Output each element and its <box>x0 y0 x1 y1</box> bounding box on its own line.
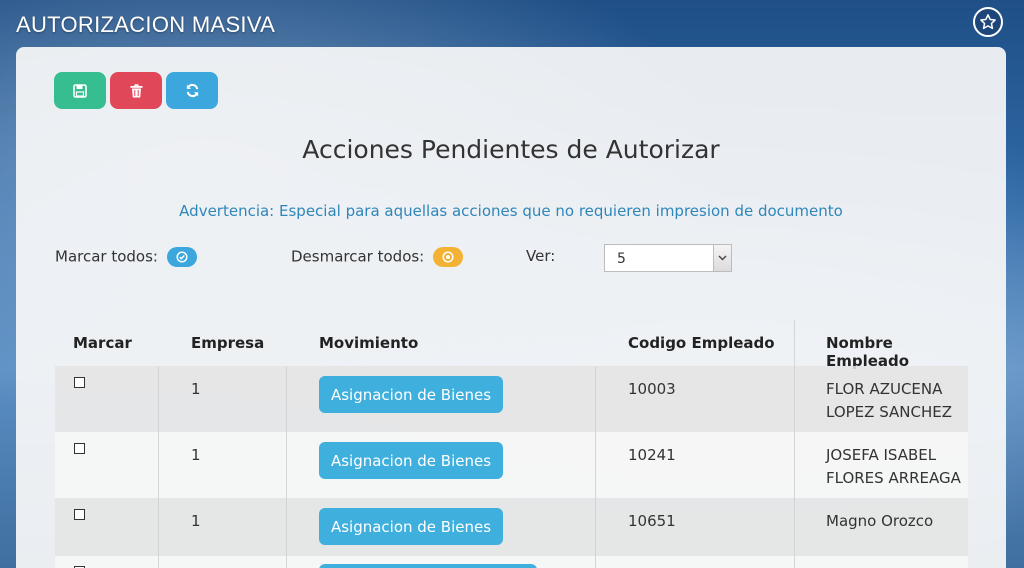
table-header: Marcar Empresa Movimiento Codigo Emplead… <box>55 320 968 370</box>
nombre-line-1: Magno Orozco <box>826 512 934 530</box>
chevron-down-icon <box>713 245 731 271</box>
nombre-line-2: FLORES ARREAGA <box>826 469 961 487</box>
table-row: 1 Asignacion de Bienes 10003 FLOR AZUCEN… <box>55 366 968 432</box>
empresa-cell: 1 <box>191 512 201 530</box>
delete-button[interactable] <box>110 72 162 109</box>
mark-all-group: Marcar todos: <box>55 247 197 267</box>
col-nombre-empleado: Nombre Empleado <box>826 334 910 370</box>
table-row-partial <box>55 556 968 568</box>
mark-all-button[interactable] <box>166 247 197 267</box>
table-row: 1 Asignacion de Bienes 10651 Magno Orozc… <box>55 498 968 556</box>
row-checkbox[interactable] <box>74 377 85 388</box>
star-icon <box>980 14 996 30</box>
controls-row: Marcar todos: Desmarcar todos: Ver: <box>16 247 1006 277</box>
circle-dot-icon <box>442 251 454 263</box>
nombre-cell: Magno Orozco <box>826 510 933 533</box>
toolbar <box>54 72 218 109</box>
pending-actions-table: Marcar Empresa Movimiento Codigo Emplead… <box>55 320 968 568</box>
col-movimiento: Movimiento <box>319 334 419 352</box>
row-checkbox[interactable] <box>74 509 85 520</box>
row-checkbox[interactable] <box>74 443 85 454</box>
favorite-button[interactable] <box>973 7 1003 37</box>
refresh-icon <box>186 83 198 98</box>
codigo-cell: 10651 <box>628 512 676 530</box>
main-panel: Acciones Pendientes de Autorizar Adverte… <box>16 47 1006 568</box>
warning-text: Advertencia: Especial para aquellas acci… <box>179 202 843 220</box>
trash-icon <box>130 83 142 97</box>
col-empresa: Empresa <box>191 334 265 352</box>
empresa-cell: 1 <box>191 446 201 464</box>
floppy-disk-icon <box>73 83 87 98</box>
table-row: 1 Asignacion de Bienes 10241 JOSEFA ISAB… <box>55 432 968 498</box>
nombre-line-1: FLOR AZUCENA <box>826 380 943 398</box>
nombre-cell: FLOR AZUCENA LOPEZ SANCHEZ <box>826 378 952 424</box>
view-label: Ver: <box>526 247 556 265</box>
check-circle-icon <box>176 251 188 263</box>
nombre-line-1: JOSEFA ISABEL <box>826 446 937 464</box>
col-codigo-empleado: Codigo Empleado <box>628 334 775 352</box>
view-select-value: 5 <box>617 251 626 267</box>
codigo-cell: 10241 <box>628 446 676 464</box>
section-heading: Acciones Pendientes de Autorizar <box>302 135 720 164</box>
empresa-cell: 1 <box>191 380 201 398</box>
movimiento-button[interactable]: Asignacion de Bienes <box>319 376 503 413</box>
page-title: AUTORIZACION MASIVA <box>16 12 276 37</box>
nombre-line-2: LOPEZ SANCHEZ <box>826 403 952 421</box>
view-select[interactable]: 5 <box>604 244 732 272</box>
movimiento-button[interactable]: Asignacion de Bienes <box>319 508 503 545</box>
unmark-all-group: Desmarcar todos: <box>291 247 464 267</box>
unmark-all-label: Desmarcar todos: <box>291 247 425 266</box>
unmark-all-button[interactable] <box>433 247 464 267</box>
col-marcar: Marcar <box>73 334 132 352</box>
save-button[interactable] <box>54 72 106 109</box>
codigo-cell: 10003 <box>628 380 676 398</box>
refresh-button[interactable] <box>166 72 218 109</box>
mark-all-label: Marcar todos: <box>55 247 158 266</box>
nombre-cell: JOSEFA ISABEL FLORES ARREAGA <box>826 444 961 490</box>
movimiento-button[interactable]: Asignacion de Bienes <box>319 442 503 479</box>
movimiento-button-partial[interactable] <box>319 564 537 568</box>
